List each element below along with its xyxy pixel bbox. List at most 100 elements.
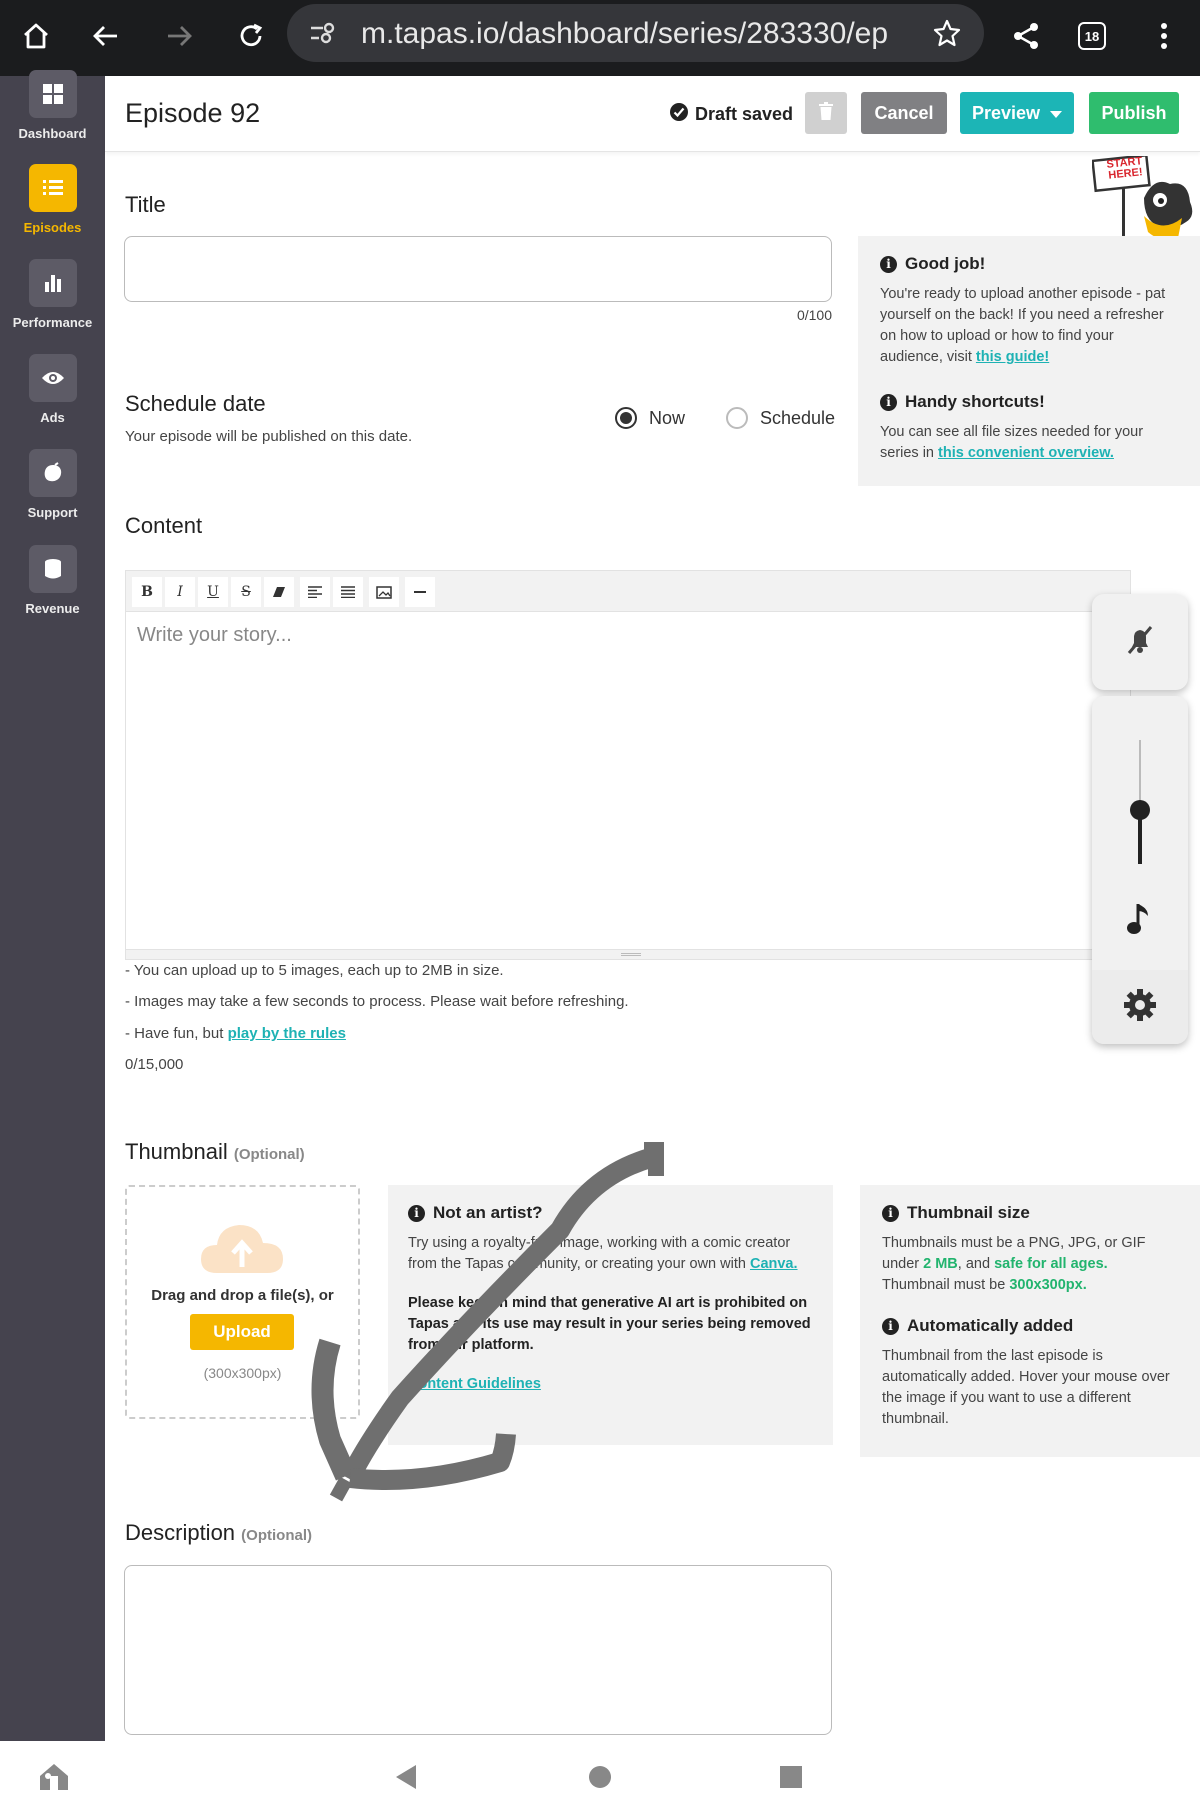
tips-box: i Good job! You're ready to upload anoth… bbox=[858, 236, 1200, 486]
publish-button[interactable]: Publish bbox=[1089, 92, 1179, 134]
bell-off-icon bbox=[1123, 623, 1157, 662]
radio-selected-icon bbox=[615, 407, 637, 429]
grid-icon bbox=[28, 70, 77, 118]
sidebar-item-label: Revenue bbox=[25, 601, 80, 616]
info-icon: i bbox=[880, 255, 897, 273]
nav-home-icon[interactable] bbox=[589, 1766, 611, 1788]
title-counter: 0/100 bbox=[796, 307, 832, 323]
editor-toolbar: B I U S bbox=[125, 570, 1131, 612]
music-note-icon[interactable] bbox=[1124, 902, 1154, 941]
volume-panel bbox=[1092, 696, 1188, 1044]
sidebar-item-label: Ads bbox=[40, 410, 65, 425]
not-artist-body: Try using a royalty-free image, working … bbox=[408, 1235, 791, 1272]
coins-icon bbox=[28, 545, 77, 593]
sidebar: Dashboard Episodes Performance Ads Suppo… bbox=[0, 70, 105, 1741]
size-text-2: , and bbox=[957, 1256, 995, 1272]
mascot-start-here[interactable]: START HERE! bbox=[1091, 153, 1200, 244]
site-settings-icon[interactable] bbox=[309, 20, 337, 51]
this-guide-link[interactable]: this guide! bbox=[976, 349, 1049, 365]
sidebar-item-dashboard[interactable]: Dashboard bbox=[0, 70, 105, 166]
good-job-title: Good job! bbox=[905, 254, 986, 273]
radio-now-label: Now bbox=[649, 407, 686, 428]
overview-link[interactable]: this convenient overview. bbox=[938, 445, 1114, 461]
good-job-heading: i Good job! bbox=[880, 254, 1178, 274]
home-apps-icon[interactable] bbox=[38, 1762, 70, 1797]
sidebar-item-ads[interactable]: Ads bbox=[0, 354, 105, 444]
radio-schedule[interactable]: Schedule bbox=[726, 407, 835, 429]
canva-link[interactable]: Canva. bbox=[750, 1256, 798, 1272]
upload-button[interactable]: Upload bbox=[190, 1314, 294, 1350]
nav-recents-icon[interactable] bbox=[780, 1766, 802, 1788]
good-job-text: You're ready to upload another episode -… bbox=[880, 284, 1178, 368]
reload-icon[interactable] bbox=[229, 14, 273, 58]
content-guidelines-link[interactable]: Content Guidelines bbox=[408, 1376, 541, 1392]
preview-button[interactable]: Preview bbox=[960, 92, 1074, 134]
description-textarea[interactable] bbox=[124, 1565, 832, 1735]
description-label: Description (Optional) bbox=[125, 1520, 312, 1546]
thumbnail-size-title: Thumbnail size bbox=[907, 1203, 1030, 1222]
play-by-rules-link[interactable]: play by the rules bbox=[228, 1025, 346, 1042]
story-editor[interactable]: Write your story... bbox=[125, 612, 1131, 960]
nav-back-icon[interactable] bbox=[394, 1764, 418, 1795]
bold-button[interactable]: B bbox=[132, 577, 162, 607]
radio-now[interactable]: Now bbox=[615, 407, 685, 429]
delete-button[interactable] bbox=[805, 92, 847, 134]
cancel-button[interactable]: Cancel bbox=[861, 92, 947, 134]
info-icon: i bbox=[882, 1317, 899, 1335]
shortcuts-heading: i Handy shortcuts! bbox=[880, 392, 1178, 412]
back-arrow-icon[interactable] bbox=[84, 14, 128, 58]
volume-slider-handle[interactable] bbox=[1130, 800, 1150, 820]
align-left-icon[interactable] bbox=[300, 577, 330, 607]
schedule-label: Schedule date bbox=[125, 391, 266, 416]
caret-down-icon bbox=[1050, 103, 1063, 124]
sidebar-item-support[interactable]: Support bbox=[0, 449, 105, 539]
italic-button[interactable]: I bbox=[165, 577, 195, 607]
size-text-3: Thumbnail must be bbox=[882, 1277, 1010, 1293]
shortcuts-text: You can see all file sizes needed for yo… bbox=[880, 422, 1178, 464]
editor-resize-handle[interactable] bbox=[126, 949, 1130, 959]
content-counter: 0/15,000 bbox=[125, 1056, 184, 1073]
strikethrough-button[interactable]: S bbox=[231, 577, 261, 607]
eraser-icon[interactable] bbox=[264, 577, 294, 607]
sidebar-item-label: Dashboard bbox=[18, 126, 87, 141]
system-navigation-bar bbox=[0, 1742, 1200, 1815]
address-bar[interactable]: m.tapas.io/dashboard/series/283330/ep bbox=[287, 4, 984, 62]
radio-unselected-icon bbox=[726, 407, 748, 429]
audio-settings-button[interactable] bbox=[1092, 970, 1188, 1044]
rules-prefix: - Have fun, but bbox=[125, 1025, 228, 1042]
url-text: m.tapas.io/dashboard/series/283330/ep bbox=[361, 17, 889, 50]
forward-arrow-icon[interactable] bbox=[157, 14, 201, 58]
draft-status: Draft saved bbox=[670, 103, 793, 126]
title-input[interactable] bbox=[124, 236, 832, 302]
thumbnail-title: Thumbnail bbox=[125, 1139, 228, 1164]
not-artist-box: i Not an artist? Try using a royalty-fre… bbox=[388, 1185, 833, 1445]
editor-placeholder: Write your story... bbox=[137, 624, 292, 646]
info-icon: i bbox=[882, 1204, 899, 1222]
schedule-hint: Your episode will be published on this d… bbox=[125, 428, 413, 445]
thumbnail-dimensions: 300x300px. bbox=[1009, 1277, 1087, 1293]
sidebar-item-revenue[interactable]: Revenue bbox=[0, 545, 105, 635]
bar-chart-icon bbox=[28, 259, 77, 307]
auto-added-text: Thumbnail from the last episode is autom… bbox=[882, 1348, 1170, 1427]
tabs-icon[interactable]: 18 bbox=[1070, 14, 1114, 58]
list-icon bbox=[28, 164, 77, 212]
align-justify-icon[interactable] bbox=[333, 577, 363, 607]
info-icon: i bbox=[408, 1204, 425, 1222]
menu-dots-icon[interactable] bbox=[1142, 14, 1186, 58]
share-icon[interactable] bbox=[1004, 14, 1048, 58]
home-icon[interactable] bbox=[14, 14, 58, 58]
sidebar-item-performance[interactable]: Performance bbox=[0, 259, 105, 349]
upload-size-hint: (300x300px) bbox=[203, 1365, 282, 1381]
bookmark-star-icon[interactable] bbox=[933, 19, 961, 52]
thumbnail-optional: (Optional) bbox=[233, 1146, 305, 1163]
browser-toolbar: m.tapas.io/dashboard/series/283330/ep 18 bbox=[0, 0, 1200, 76]
horizontal-rule-icon[interactable] bbox=[405, 577, 435, 607]
underline-button[interactable]: U bbox=[198, 577, 228, 607]
thumbnail-size-text: Thumbnails must be a PNG, JPG, or GIF un… bbox=[882, 1233, 1180, 1296]
sidebar-item-episodes[interactable]: Episodes bbox=[0, 164, 105, 254]
image-icon[interactable] bbox=[369, 577, 399, 607]
not-artist-text: Try using a royalty-free image, working … bbox=[408, 1233, 813, 1275]
not-artist-title: Not an artist? bbox=[433, 1203, 543, 1222]
mute-notifications-button[interactable] bbox=[1092, 594, 1188, 690]
thumbnail-dropzone[interactable]: Drag and drop a file(s), or Upload (300x… bbox=[125, 1185, 360, 1419]
